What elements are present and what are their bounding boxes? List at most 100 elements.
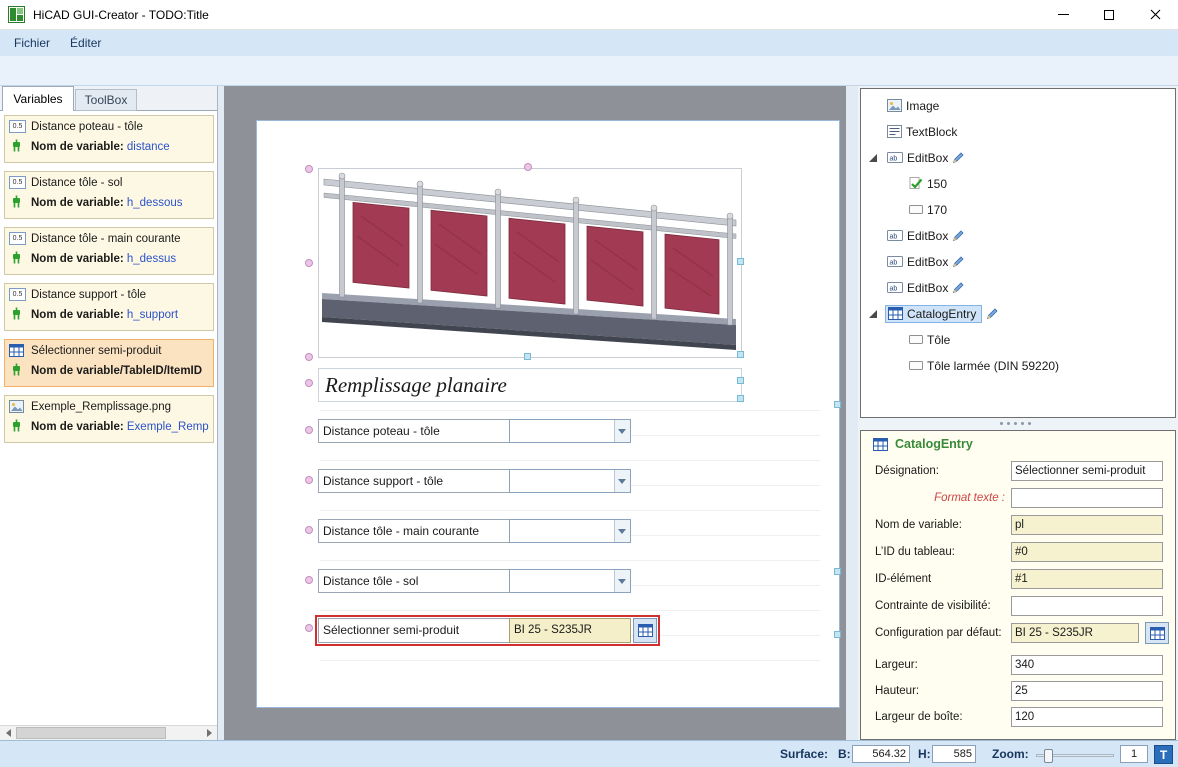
dropdown-button[interactable] xyxy=(614,470,630,492)
id-tableau-field[interactable]: #0 xyxy=(1011,542,1163,562)
railing-illustration xyxy=(322,172,737,350)
plug-icon xyxy=(11,307,22,321)
textblock-element[interactable]: Remplissage planaire xyxy=(318,368,742,402)
designation-field[interactable]: Sélectionner semi-produit xyxy=(1011,461,1163,481)
pencil-icon[interactable] xyxy=(986,307,999,320)
selection-handle[interactable] xyxy=(305,379,313,387)
variable-card-image[interactable]: Exemple_Remplissage.png Nom de variable:… xyxy=(4,395,214,443)
selection-handle[interactable] xyxy=(524,163,532,171)
resize-handle[interactable] xyxy=(737,395,744,402)
hauteur-field[interactable]: 25 xyxy=(1011,681,1163,701)
form-dropdown-support-tole[interactable] xyxy=(509,469,631,493)
resize-handle[interactable] xyxy=(524,353,531,360)
form-dropdown-tole-sol[interactable] xyxy=(509,569,631,593)
form-label-support-tole[interactable]: Distance support - tôle xyxy=(318,469,510,493)
expander-icon[interactable] xyxy=(865,309,881,319)
tree-item-editbox-3[interactable]: ab EditBox xyxy=(865,249,970,274)
configuration-field[interactable]: BI 25 - S235JR xyxy=(1011,623,1139,643)
resize-handle[interactable] xyxy=(737,351,744,358)
pencil-icon[interactable] xyxy=(952,229,965,242)
scroll-left-arrow[interactable] xyxy=(0,726,16,740)
pencil-icon[interactable] xyxy=(952,281,965,294)
tree-item-editbox-1[interactable]: ab EditBox xyxy=(865,145,970,170)
scrollbar-thumb[interactable] xyxy=(16,727,166,739)
variable-card-h-dessus[interactable]: 0.5 Distance tôle - main courante Nom de… xyxy=(4,227,214,275)
selection-handle[interactable] xyxy=(305,353,313,361)
selection-handle[interactable] xyxy=(305,624,313,632)
expander-icon[interactable] xyxy=(865,153,881,163)
surface-b-field[interactable]: 564.32 xyxy=(852,745,910,763)
test-mode-button[interactable]: T xyxy=(1154,745,1173,764)
left-arrow-icon xyxy=(5,729,11,737)
pencil-icon[interactable] xyxy=(952,151,965,164)
scroll-right-arrow[interactable] xyxy=(201,726,217,740)
property-label-id-tableau: L’ID du tableau: xyxy=(875,546,955,558)
dropdown-button[interactable] xyxy=(614,520,630,542)
right-splitter[interactable] xyxy=(846,86,858,740)
form-label-tole-main-courante[interactable]: Distance tôle - main courante xyxy=(318,519,510,543)
tree-item-editbox-4[interactable]: ab EditBox xyxy=(865,275,970,300)
tree-item-150[interactable]: 150 xyxy=(865,171,952,196)
configuration-catalog-button[interactable] xyxy=(1145,622,1169,644)
pencil-icon[interactable] xyxy=(952,255,965,268)
variable-card-semi-produit[interactable]: Sélectionner semi-produit Nom de variabl… xyxy=(4,339,214,387)
plug-icon xyxy=(11,419,22,433)
selection-handle[interactable] xyxy=(305,259,313,267)
tree-item-image[interactable]: Image xyxy=(865,93,944,118)
variable-card-h-support[interactable]: 0.5 Distance support - tôle Nom de varia… xyxy=(4,283,214,331)
surface-h-field[interactable]: 585 xyxy=(932,745,976,763)
resize-handle[interactable] xyxy=(834,631,841,638)
selection-handle[interactable] xyxy=(305,526,313,534)
largeur-boite-field[interactable]: 120 xyxy=(1011,707,1163,727)
tree-item-textblock[interactable]: TextBlock xyxy=(865,119,962,144)
variable-card-title: Distance poteau - tôle xyxy=(31,121,143,133)
contrainte-field[interactable] xyxy=(1011,596,1163,616)
variable-card-distance[interactable]: 0.5 Distance poteau - tôle Nom de variab… xyxy=(4,115,214,163)
resize-handle[interactable] xyxy=(834,401,841,408)
zoom-value-field[interactable]: 1 xyxy=(1120,745,1148,763)
resize-handle[interactable] xyxy=(737,258,744,265)
tab-toolbox[interactable]: ToolBox xyxy=(75,89,137,111)
selection-handle[interactable] xyxy=(305,576,313,584)
selection-handle[interactable] xyxy=(305,476,313,484)
id-element-field[interactable]: #1 xyxy=(1011,569,1163,589)
tree-item-tole-larmee[interactable]: Tôle larmée (DIN 59220) xyxy=(865,353,1064,378)
tab-variables[interactable]: Variables xyxy=(2,86,74,111)
semi-produit-value-field[interactable]: BI 25 - S235JR xyxy=(509,618,631,643)
left-splitter[interactable] xyxy=(217,86,224,740)
property-label-id-element: ID-élément xyxy=(875,573,932,585)
nom-variable-field[interactable]: pl xyxy=(1011,515,1163,535)
form-label-tole-sol[interactable]: Distance tôle - sol xyxy=(318,569,510,593)
menu-editer[interactable]: Éditer xyxy=(60,33,111,53)
largeur-field[interactable]: 340 xyxy=(1011,655,1163,675)
tree-item-tole[interactable]: Tôle xyxy=(865,327,955,352)
minimize-button[interactable] xyxy=(1040,0,1086,29)
resize-handle[interactable] xyxy=(834,568,841,575)
tree-item-label: Tôle larmée (DIN 59220) xyxy=(927,358,1060,373)
form-dropdown-poteau-tole[interactable] xyxy=(509,419,631,443)
menu-bar: Fichier Éditer xyxy=(0,30,1178,56)
format-texte-field[interactable] xyxy=(1011,488,1163,508)
dropdown-button[interactable] xyxy=(614,570,630,592)
selection-handle[interactable] xyxy=(305,426,313,434)
variable-card-h-dessous[interactable]: 0.5 Distance tôle - sol Nom de variable:… xyxy=(4,171,214,219)
zoom-slider-thumb[interactable] xyxy=(1044,749,1053,763)
form-dropdown-tole-main-courante[interactable] xyxy=(509,519,631,543)
form-label-poteau-tole[interactable]: Distance poteau - tôle xyxy=(318,419,510,443)
tree-item-editbox-2[interactable]: ab EditBox xyxy=(865,223,970,248)
tree-item-170[interactable]: 170 xyxy=(865,197,952,222)
resize-handle[interactable] xyxy=(737,377,744,384)
close-button[interactable] xyxy=(1132,0,1178,29)
form-label-semi-produit[interactable]: Sélectionner semi-produit xyxy=(318,618,510,643)
maximize-button[interactable] xyxy=(1086,0,1132,29)
menu-fichier[interactable]: Fichier xyxy=(4,33,60,53)
catalog-icon xyxy=(1149,626,1165,640)
catalog-browse-button[interactable] xyxy=(633,618,657,643)
dropdown-button[interactable] xyxy=(614,420,630,442)
selection-handle[interactable] xyxy=(305,165,313,173)
left-panel-horizontal-scrollbar[interactable] xyxy=(0,725,217,740)
tree-item-catalogentry[interactable]: CatalogEntry xyxy=(865,301,999,326)
zoom-slider[interactable] xyxy=(1036,749,1114,764)
railing-image-element[interactable] xyxy=(318,168,742,358)
splitter-grip[interactable] xyxy=(1000,422,1003,425)
